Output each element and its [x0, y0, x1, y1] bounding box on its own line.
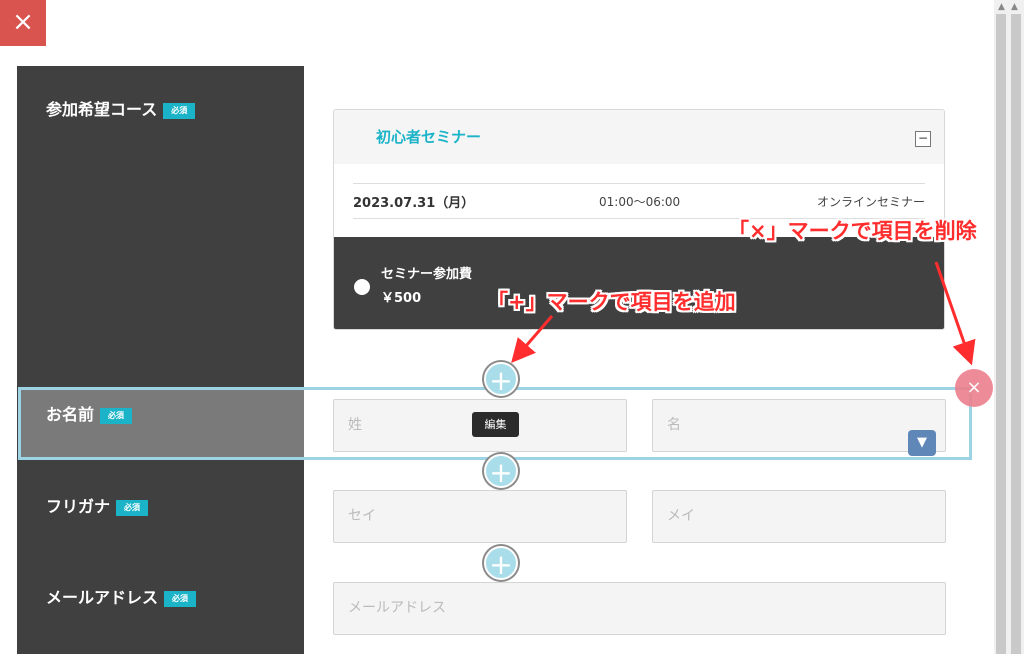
delete-annotation: 「×」マークで項目を削除: [728, 219, 977, 243]
add-annotation: 「+」マークで項目を追加: [487, 290, 736, 314]
delete-annotation-arrow: [934, 261, 976, 366]
add-annotation-arrow: [511, 315, 554, 364]
annotation-arrows: [511, 261, 976, 366]
